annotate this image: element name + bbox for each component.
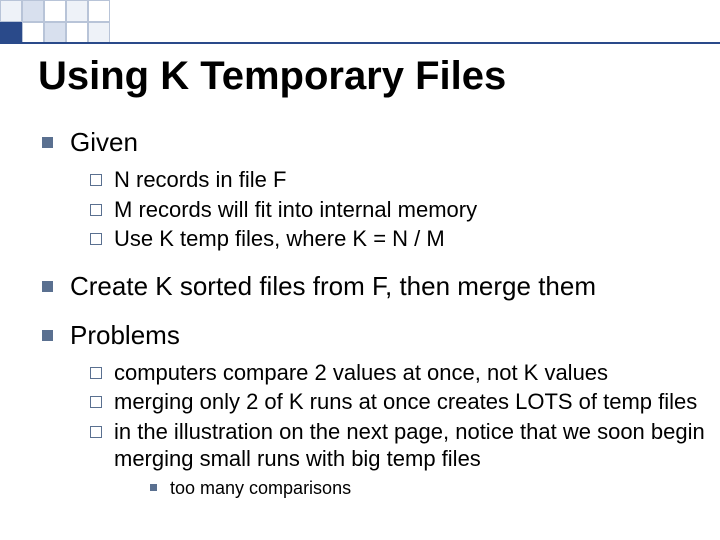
sub-list: N records in file F M records will fit i… xyxy=(70,166,720,253)
bullet-label: Problems xyxy=(70,320,180,350)
bullet-label: Create K sorted files from F, then merge… xyxy=(70,271,596,301)
sub-sub-list: too many comparisons xyxy=(114,477,720,500)
sub-item: M records will fit into internal memory xyxy=(90,196,720,224)
bullet-problems: Problems computers compare 2 values at o… xyxy=(42,320,720,500)
sub-item: computers compare 2 values at once, not … xyxy=(90,359,720,387)
bullet-given: Given N records in file F M records will… xyxy=(42,127,720,253)
sub-item: N records in file F xyxy=(90,166,720,194)
slide-title: Using K Temporary Files xyxy=(38,54,720,99)
sub-list: computers compare 2 values at once, not … xyxy=(70,359,720,500)
bullet-list: Given N records in file F M records will… xyxy=(38,127,720,499)
horizontal-rule xyxy=(0,42,720,44)
sub-item: merging only 2 of K runs at once creates… xyxy=(90,388,720,416)
sub-sub-item: too many comparisons xyxy=(150,477,720,500)
sub-item: Use K temp files, where K = N / M xyxy=(90,225,720,253)
sub-item: in the illustration on the next page, no… xyxy=(90,418,720,500)
slide-content: Using K Temporary Files Given N records … xyxy=(38,54,720,517)
corner-decoration xyxy=(0,0,130,44)
bullet-create: Create K sorted files from F, then merge… xyxy=(42,271,720,302)
bullet-label: Given xyxy=(70,127,138,157)
sub-item-text: in the illustration on the next page, no… xyxy=(114,419,705,472)
